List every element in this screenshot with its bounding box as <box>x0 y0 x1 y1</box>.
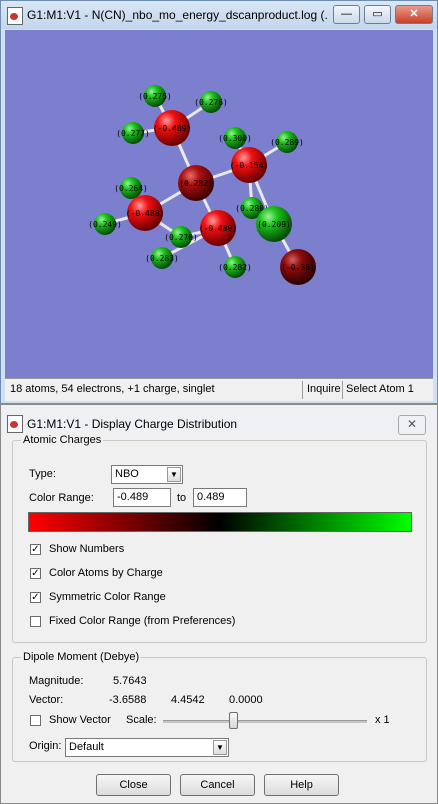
scale-slider-thumb[interactable] <box>229 712 238 729</box>
type-label: Type: <box>29 468 56 480</box>
atom[interactable]: (-0.488) <box>126 195 165 231</box>
atom-charge-label: (-0.154) <box>230 161 269 170</box>
scale-label: Scale: <box>126 714 157 726</box>
atom-charge-label: (0.276) <box>194 98 228 107</box>
atom[interactable]: (0.282) <box>178 165 214 201</box>
atom-charge-label: (0.277) <box>116 129 150 138</box>
vector-x-value: -3.6588 <box>109 694 147 706</box>
maximize-button[interactable]: ▭ <box>364 5 391 24</box>
show-numbers-checkbox[interactable]: ✓ <box>30 544 41 555</box>
dialog-app-icon <box>7 415 23 433</box>
origin-label: Origin: <box>29 740 62 752</box>
charge-dialog: G1:M1:V1 - Display Charge Distribution ✕… <box>0 404 438 804</box>
minimize-button[interactable]: — <box>333 5 360 24</box>
molecule-window-title: G1:M1:V1 - N(CN)_nbo_mo_energy_dscanprod… <box>27 8 327 22</box>
atom[interactable]: (0.277) <box>116 122 150 144</box>
color-range-label: Color Range: <box>29 492 94 504</box>
atom-charge-label: (-0.488) <box>126 209 165 218</box>
help-button[interactable]: Help <box>264 774 339 796</box>
molecule-viewport[interactable]: (0.275) (0.276) (-0.489) (0.277) (0.300) (0.2… <box>5 30 433 378</box>
atom[interactable]: (-0.489) <box>153 110 192 146</box>
molecule-status-bar: 18 atoms, 54 electrons, +1 charge, singl… <box>5 378 433 401</box>
status-molecule-info: 18 atoms, 54 electrons, +1 charge, singl… <box>10 383 215 395</box>
atom[interactable]: (-0.489) <box>199 210 238 246</box>
atomic-charges-group-label: Atomic Charges <box>21 434 104 446</box>
status-divider <box>342 381 343 399</box>
symmetric-range-label: Symmetric Color Range <box>49 591 166 603</box>
magnitude-value: 5.7643 <box>113 675 147 687</box>
atom-charge-label: (0.264) <box>114 184 148 193</box>
show-vector-label: Show Vector <box>49 714 111 726</box>
origin-value: Default <box>69 741 104 753</box>
fixed-range-checkbox[interactable] <box>30 616 41 627</box>
color-gradient-bar <box>28 512 412 532</box>
fixed-range-label: Fixed Color Range (from Preferences) <box>49 615 236 627</box>
symmetric-range-checkbox[interactable]: ✓ <box>30 592 41 603</box>
molecule-canvas[interactable]: (0.275)(0.276)(-0.489)(0.277)(0.300) (0.2… <box>5 30 433 378</box>
molecule-window: G1:M1:V1 - N(CN)_nbo_mo_energy_dscanprod… <box>0 0 438 404</box>
chevron-down-icon[interactable]: ▼ <box>213 740 227 755</box>
color-range-min-input[interactable]: -0.489 <box>113 488 171 507</box>
atomic-charges-group: Atomic Charges Type: NBO ▼ Color Range: … <box>12 434 427 643</box>
status-action: Select Atom 1 <box>346 383 414 395</box>
charge-dialog-title: G1:M1:V1 - Display Charge Distribution <box>27 417 238 431</box>
atom[interactable]: (0.275) <box>138 85 172 107</box>
vector-z-value: 0.0000 <box>229 694 263 706</box>
dipole-moment-group: Dipole Moment (Debye) Magnitude: 5.7643 … <box>12 651 427 762</box>
show-vector-checkbox[interactable] <box>30 715 41 726</box>
atom-charge-label: (-0.489) <box>199 224 238 233</box>
atom-charge-label: (0.282) <box>218 263 252 272</box>
atom-charge-label: (-0.489) <box>153 124 192 133</box>
range-to-label: to <box>177 492 187 504</box>
status-divider <box>302 381 303 399</box>
chevron-down-icon[interactable]: ▼ <box>167 467 181 482</box>
atom-charge-label: (0.275) <box>138 92 172 101</box>
origin-select[interactable]: Default ▼ <box>65 738 229 757</box>
atom-charge-label: (0.283) <box>145 254 179 263</box>
atom[interactable]: (0.300) <box>218 127 252 149</box>
dialog-close-icon[interactable]: ✕ <box>398 415 426 435</box>
color-range-max-input[interactable]: 0.489 <box>193 488 247 507</box>
atom-charge-label: (0.270) <box>164 233 198 242</box>
atom-group: (0.275)(0.276)(-0.489)(0.277)(0.300) (0.2… <box>88 85 316 285</box>
atom[interactable]: (-0.38) <box>280 249 316 285</box>
color-atoms-label: Color Atoms by Charge <box>49 567 163 579</box>
atom-charge-label: (0.282) <box>179 179 213 188</box>
atom-charge-label: (0.249) <box>88 220 122 229</box>
atom[interactable]: (0.209) <box>256 206 292 242</box>
charge-type-value: NBO <box>115 468 139 480</box>
molecule-window-titlebar[interactable]: G1:M1:V1 - N(CN)_nbo_mo_energy_dscanprod… <box>1 1 437 29</box>
close-button[interactable]: Close <box>96 774 171 796</box>
atom-charge-label: (0.300) <box>218 134 252 143</box>
dipole-group-label: Dipole Moment (Debye) <box>21 651 142 663</box>
vector-y-value: 4.4542 <box>171 694 205 706</box>
atom-charge-label: (-0.38) <box>281 263 315 272</box>
show-numbers-label: Show Numbers <box>49 543 125 555</box>
atom[interactable]: (0.249) <box>88 213 122 235</box>
charge-dialog-titlebar[interactable]: G1:M1:V1 - Display Charge Distribution ✕ <box>1 405 437 435</box>
scale-value-label: x 1 <box>375 714 390 726</box>
color-atoms-checkbox[interactable]: ✓ <box>30 568 41 579</box>
cancel-button[interactable]: Cancel <box>180 774 255 796</box>
vector-label: Vector: <box>29 694 64 706</box>
atom[interactable]: (0.282) <box>218 256 252 278</box>
atom-charge-label: (0.289) <box>270 138 304 147</box>
status-mode: Inquire <box>307 383 341 395</box>
atom[interactable]: (-0.154) <box>230 147 269 183</box>
scale-slider-track[interactable] <box>163 720 367 723</box>
charge-type-select[interactable]: NBO ▼ <box>111 465 183 484</box>
atom-charge-label: (0.209) <box>257 220 291 229</box>
close-window-button[interactable]: ✕ <box>395 5 433 24</box>
gaussview-app-icon <box>7 7 23 25</box>
magnitude-label: Magnitude: <box>29 675 84 687</box>
